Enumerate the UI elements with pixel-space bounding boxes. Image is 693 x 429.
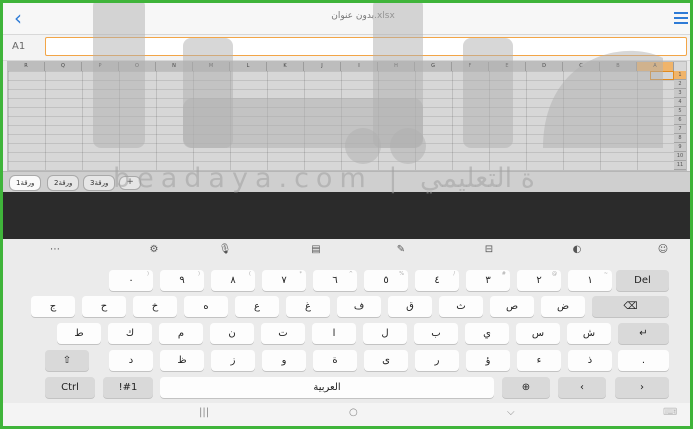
key-digit[interactable]: ٨( [211,270,255,291]
keyboard-toolbar: ⋯ ⚙ 🎙 ▤ ✎ ⊟ ◐ ☺ [3,240,690,260]
key-letter[interactable]: ذ [568,350,612,371]
mic-icon[interactable]: 🎙 [217,243,233,257]
key-digit[interactable]: ٦ ^ [313,270,357,291]
ctrl-key[interactable]: Ctrl [45,377,95,398]
cell-reference[interactable]: A1 [12,41,25,52]
key-letter[interactable]: ز [211,350,255,371]
key-letter[interactable]: ه [184,296,228,317]
key-letter[interactable]: م [159,323,203,344]
delete-key[interactable]: Del [616,270,669,291]
key-letter[interactable]: ك [108,323,152,344]
more-icon[interactable]: ⋯ [47,243,63,257]
key-letter[interactable]: د [109,350,153,371]
watermark-text: beadaya.com | ة التعليمي [113,163,535,194]
key-letter[interactable]: ت [261,323,305,344]
keyboard-gap [3,192,690,239]
keyboard-resize-icon[interactable]: ⊟ [481,243,497,257]
clipboard-icon[interactable]: ▤ [308,243,324,257]
cursor-right-key[interactable]: › [615,377,669,398]
key-letter[interactable]: ة [313,350,357,371]
key-letter[interactable]: ن [210,323,254,344]
key-digit[interactable]: ٣ # [466,270,510,291]
key-letter[interactable]: ق [388,296,432,317]
backspace-key[interactable]: ⌫ [592,296,669,317]
key-letter[interactable]: ب [414,323,458,344]
key-digit[interactable]: ٥% [364,270,408,291]
back-icon[interactable]: ‹ [9,7,27,29]
key-letter[interactable]: ظ [160,350,204,371]
enter-key[interactable]: ↵ [618,323,669,344]
key-letter[interactable]: ص [490,296,534,317]
settings-icon[interactable]: ⚙ [146,243,162,257]
column-header[interactable]: R [8,62,45,71]
key-letter[interactable]: ء [517,350,561,371]
key-digit[interactable]: ٤/ [415,270,459,291]
key-letter[interactable]: ج [31,296,75,317]
key-letter[interactable]: و [262,350,306,371]
key-letter[interactable]: ث [439,296,483,317]
on-screen-keyboard: ⋯ ⚙ 🎙 ▤ ✎ ⊟ ◐ ☺ ١ ~ ٢ @ ٣ # ٤/٥% ٦ ^ ٧ * ٨( ٩) ٠) Del ض ص ث ق ف غ ع ه… [3,240,690,403]
sticker-icon[interactable]: ◐ [569,243,585,257]
key-digit[interactable]: ٢ @ [517,270,561,291]
handwriting-icon[interactable]: ✎ [393,243,409,257]
watermark-logo [93,3,663,164]
navigation-bar: ||| ○ ⌵ ⌨ [3,403,690,426]
back-nav-icon[interactable]: ⌵ [507,407,515,418]
key-letter[interactable]: ر [415,350,459,371]
symbols-key[interactable]: !#1 [103,377,153,398]
app-window: ‹ بدون عنوان.xlsx A1 RQPONMLKJIHGFEDCBA … [0,0,693,429]
key-letter[interactable]: غ [286,296,330,317]
space-key[interactable]: العربية [160,377,494,398]
emoji-icon[interactable]: ☺ [655,243,671,257]
key-letter[interactable]: ى [364,350,408,371]
key-digit[interactable]: ١ ~ [568,270,612,291]
key-letter[interactable]: ع [235,296,279,317]
sheet-tab-1[interactable]: ورقة1 [9,175,42,191]
key-letter[interactable]: خ [133,296,177,317]
cursor-left-key[interactable]: ‹ [558,377,606,398]
key-digit[interactable]: ٩) [160,270,204,291]
key-letter[interactable]: ض [541,296,585,317]
sheet-tab-2[interactable]: ورقة2 [47,175,80,191]
key-letter[interactable]: ف [337,296,381,317]
key-letter[interactable]: ا [312,323,356,344]
key-letter[interactable]: ي [465,323,509,344]
key-digit[interactable]: ٧ * [262,270,306,291]
home-icon[interactable]: ○ [349,407,358,418]
language-key[interactable]: ⊕ [502,377,550,398]
key-letter[interactable]: ؤ [466,350,510,371]
sheet-tab-3[interactable]: ورقة3 [83,175,116,191]
shift-key[interactable]: ⇧ [45,350,89,371]
key-letter[interactable]: ل [363,323,407,344]
key-letter[interactable]: س [516,323,560,344]
period-key[interactable]: . [618,350,669,371]
key-letter[interactable]: ش [567,323,611,344]
key-letter[interactable]: ط [57,323,101,344]
recent-apps-icon[interactable]: ||| [199,407,209,418]
key-digit[interactable]: ٠) [109,270,153,291]
keyboard-switch-icon[interactable]: ⌨ [663,407,677,418]
key-letter[interactable]: ح [82,296,126,317]
